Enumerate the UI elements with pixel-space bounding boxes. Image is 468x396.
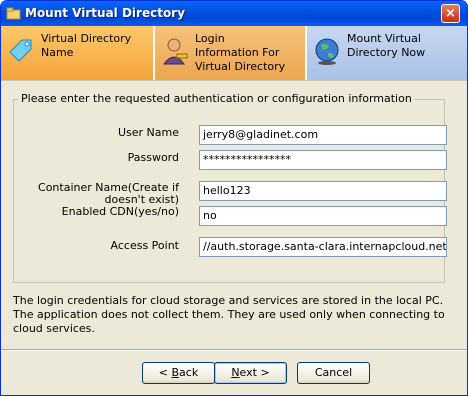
- back-hotkey: B: [171, 366, 180, 379]
- next-button[interactable]: Next >: [214, 362, 287, 384]
- back-rest: ack: [179, 366, 199, 379]
- mount-virtual-directory-window: Mount Virtual Directory × Virtual Direct…: [0, 0, 468, 396]
- close-button[interactable]: ×: [441, 4, 460, 23]
- tag-icon: [9, 39, 32, 62]
- title-bar: Mount Virtual Directory ×: [1, 1, 467, 26]
- user-name-label: User Name: [117, 126, 179, 139]
- next-rest: ext >: [239, 366, 270, 379]
- password-field[interactable]: ****************: [199, 150, 447, 170]
- step-virtual-directory-name: Virtual Directory Name: [1, 26, 153, 80]
- next-hotkey: N: [231, 366, 240, 379]
- step-label: Mount Virtual Directory Now: [347, 32, 426, 59]
- step-label: Virtual Directory Name: [41, 32, 132, 59]
- password-label: Password: [127, 151, 179, 164]
- step-label: Login Information For Virtual Directory: [195, 32, 286, 73]
- back-button[interactable]: < Back: [142, 362, 215, 384]
- container-name-label: Container Name(Create if doesn't exist): [38, 181, 179, 206]
- group-legend: Please enter the requested authenticatio…: [18, 93, 415, 105]
- access-point-label: Access Point: [110, 239, 179, 252]
- step-login-information: Login Information For Virtual Directory: [155, 26, 305, 80]
- button-divider-highlight: [1, 350, 467, 351]
- access-point-field[interactable]: //auth.storage.santa-clara.internapcloud…: [199, 237, 447, 257]
- container-name-field[interactable]: hello123: [199, 181, 447, 201]
- enabled-cdn-field[interactable]: no: [199, 206, 447, 226]
- enabled-cdn-label: Enabled CDN(yes/no): [61, 205, 179, 218]
- window-title: Mount Virtual Directory: [25, 6, 185, 20]
- wizard-steps: Virtual Directory Name Login Information…: [1, 26, 467, 81]
- globe-icon: [315, 38, 339, 65]
- privacy-note: The login credentials for cloud storage …: [13, 294, 445, 335]
- step-mount-now: Mount Virtual Directory Now: [307, 26, 467, 80]
- folder-icon: [6, 7, 21, 20]
- user-key-icon: [163, 38, 188, 65]
- user-name-field[interactable]: jerry8@gladinet.com: [199, 125, 447, 145]
- back-prefix: <: [158, 366, 172, 379]
- credentials-group: Please enter the requested authenticatio…: [13, 93, 447, 283]
- cancel-button[interactable]: Cancel: [297, 362, 370, 384]
